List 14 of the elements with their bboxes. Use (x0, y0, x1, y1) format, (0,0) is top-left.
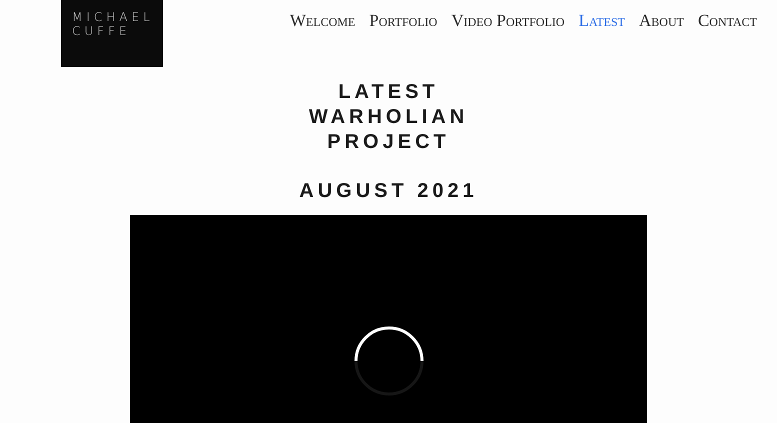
nav-link[interactable]: About (639, 11, 684, 31)
date-heading: AUGUST 2021 (299, 179, 478, 204)
nav-link[interactable]: Welcome (290, 11, 356, 31)
logo-text: CUFFE (72, 24, 131, 38)
nav-link[interactable]: Latest (578, 11, 625, 31)
video-player[interactable] (130, 215, 647, 423)
heading-text: LATEST (338, 80, 439, 105)
logo[interactable]: MICHAEL CUFFE (61, 0, 163, 67)
nav-link[interactable]: Video Portfolio (451, 11, 565, 31)
heading-text: PROJECT (327, 130, 450, 155)
nav-link[interactable]: Contact (698, 11, 757, 31)
nav-link[interactable]: Portfolio (369, 11, 438, 31)
logo-text: MICHAEL (72, 10, 154, 24)
heading-text: WARHOLIAN (308, 105, 468, 130)
